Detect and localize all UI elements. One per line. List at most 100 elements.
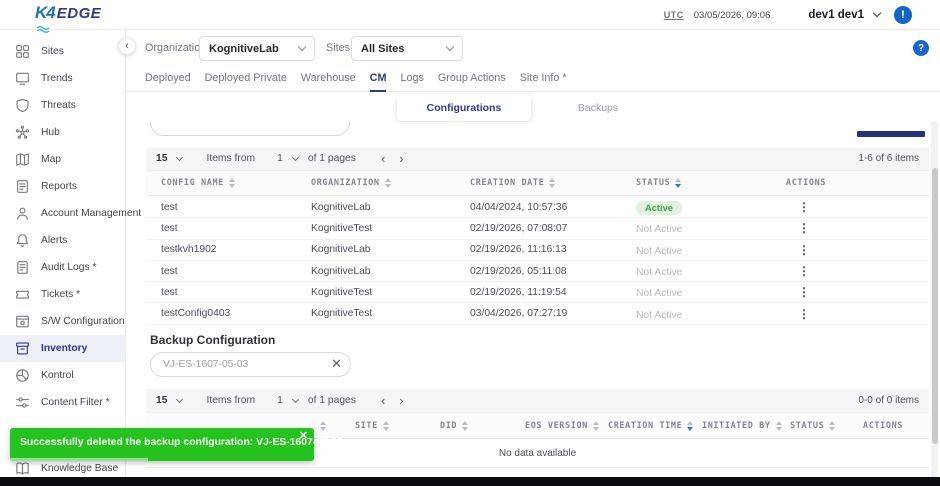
sort-icon[interactable] [776,421,782,431]
user-menu-chevron-down-icon[interactable] [873,9,881,17]
sidebar-item[interactable]: S/W Configuration [0,308,125,335]
sidebar-item[interactable]: Hub [0,119,125,146]
tab-label: CM [370,72,387,84]
col-status: STATUS [790,421,824,431]
col-did: DID [440,421,457,431]
page-size-value[interactable]: 15 [156,395,167,406]
organization-select[interactable]: KognitiveLab [199,36,315,61]
primary-action-button-partial[interactable] [857,131,925,137]
row-actions-kebab-icon[interactable]: ⋮ [786,309,929,319]
tab-label: Deployed [145,72,191,84]
config-table-body: test KognitiveLab 04/04/2024, 10:57:36 A… [146,197,929,325]
content-scroll-area: 15 Items from 1 of 1 pages ‹ › 1-6 of 6 … [126,122,932,477]
tab[interactable]: Deployed [145,66,191,92]
sidebar-item[interactable]: Alerts [0,227,125,254]
sort-icon[interactable] [593,421,599,431]
sort-icon[interactable] [549,178,555,188]
sidebar-item[interactable]: Audit Logs * [0,254,125,281]
page-chevron-down-icon[interactable] [292,154,299,161]
cell-config-name: test [161,223,311,234]
page-number-value[interactable]: 1 [277,153,283,164]
subtab-backups[interactable]: Backups [531,95,665,121]
vertical-scrollbar-thumb[interactable] [932,168,938,444]
page-size-chevron-down-icon[interactable] [176,154,183,161]
threats-shield-icon [15,98,30,113]
sidebar-item-label: Content Filter * [41,397,110,408]
page-size-value[interactable]: 15 [156,153,167,164]
cell-organization: KognitiveLab [311,266,470,277]
timezone-label[interactable]: UTC [664,10,684,20]
tab[interactable]: Deployed Private [205,66,287,92]
sidebar-item[interactable]: Tickets * [0,281,125,308]
sites-select[interactable]: All Sites [351,36,463,61]
sidebar-item[interactable]: Inventory [0,335,125,362]
sidebar-item-label: S/W Configuration [41,316,125,327]
tab-label: Site Info * [520,72,567,84]
sidebar-item[interactable]: Sites [0,38,125,65]
sort-icon[interactable] [320,421,326,431]
col-site: SITE [355,421,378,431]
sidebar-item[interactable]: Content Filter * [0,389,125,416]
row-actions-kebab-icon[interactable]: ⋮ [786,245,929,255]
row-actions-kebab-icon[interactable]: ⋮ [786,223,929,233]
page-prev-icon[interactable]: ‹ [378,394,388,407]
table-row[interactable]: testConfig0403 KognitiveTest 03/04/2026,… [146,303,929,324]
page-next-icon[interactable]: › [396,394,406,407]
tab[interactable]: Group Actions [438,66,506,92]
organization-value: KognitiveLab [209,43,279,55]
sort-icon[interactable] [462,421,468,431]
cell-creation-date: 02/19/2026, 07:08:07 [470,223,636,234]
tab-label: Warehouse [301,72,356,84]
subtab-configurations[interactable]: Configurations [397,95,531,121]
table-row[interactable]: test KognitiveTest 02/19/2026, 07:08:07 … [146,218,929,239]
col-config-name: CONFIG NAME [161,178,224,188]
sidebar-collapse-button[interactable]: ‹ [118,37,136,55]
table-row[interactable]: test KognitiveLab 02/19/2026, 05:11:08 N… [146,261,929,282]
toast-close-icon[interactable]: ✕ [299,429,308,442]
config-search-input-partial[interactable] [150,122,350,136]
trends-monitor-icon [15,71,30,86]
table-row[interactable]: test KognitiveTest 02/19/2026, 11:19:54 … [146,282,929,303]
tab[interactable]: Warehouse [301,66,356,92]
sidebar-item[interactable]: Threats [0,92,125,119]
user-avatar-icon[interactable]: ! [894,6,912,24]
sort-icon[interactable] [229,178,235,188]
k4edge-logo[interactable]: K4 EDGE [35,3,101,23]
page-number-value[interactable]: 1 [277,395,283,406]
clear-search-icon[interactable]: ✕ [331,356,342,372]
sort-icon[interactable] [383,421,389,431]
sort-icon[interactable] [829,421,835,431]
sort-icon[interactable] [385,178,391,188]
page-next-icon[interactable]: › [396,152,406,165]
chevron-down-icon [446,42,454,50]
sidebar-item[interactable]: Trends [0,65,125,92]
sidebar-nav: Sites Trends Threats Hub Map Reports [0,30,126,477]
sidebar-item[interactable]: Map [0,146,125,173]
sort-icon-active[interactable] [675,178,681,188]
page-chevron-down-icon[interactable] [292,396,299,403]
tab[interactable]: Logs [400,66,423,92]
kontrol-pie-icon [15,368,30,383]
cell-organization: KognitiveTest [311,223,470,234]
row-actions-kebab-icon[interactable]: ⋮ [786,287,929,297]
table-row[interactable]: testkvh1902 KognitiveLab 02/19/2026, 11:… [146,240,929,261]
sidebar-item[interactable]: Kontrol [0,362,125,389]
tab[interactable]: CM [370,66,387,92]
row-actions-kebab-icon[interactable]: ⋮ [786,266,929,276]
table-row[interactable]: test KognitiveLab 04/04/2024, 10:57:36 A… [146,197,929,218]
sidebar-item[interactable]: Account Management [0,200,125,227]
knowledge-base-book-icon [15,461,30,476]
row-actions-kebab-icon[interactable]: ⋮ [786,202,929,212]
page-size-chevron-down-icon[interactable] [176,396,183,403]
pages-label: of 1 pages [308,395,356,406]
sidebar-item[interactable]: Reports [0,173,125,200]
config-table-header: CONFIG NAME ORGANIZATION CREATION DATE S… [146,170,929,196]
page-prev-icon[interactable]: ‹ [378,152,388,165]
tab[interactable]: Site Info * [520,66,567,92]
map-icon [15,152,30,167]
backup-section-title: Backup Configuration [150,333,275,347]
alerts-bell-icon [15,233,30,248]
backup-search-input[interactable] [150,352,351,377]
sort-icon-active[interactable] [687,421,693,431]
help-icon[interactable]: ? [913,40,929,56]
